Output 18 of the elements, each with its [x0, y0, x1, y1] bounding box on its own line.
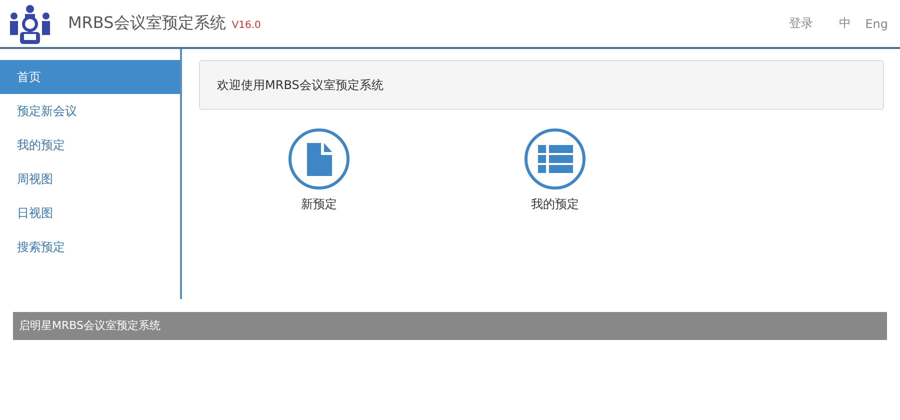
- shortcut-link[interactable]: 新预定: [263, 128, 375, 213]
- app-title: MRBS会议室预定系统: [68, 13, 226, 34]
- sidebar-item[interactable]: 搜索预定: [0, 230, 180, 264]
- meeting-logo-icon: [8, 4, 52, 44]
- language-link[interactable]: Eng: [865, 16, 888, 30]
- welcome-panel: 欢迎使用MRBS会议室预定系统: [199, 60, 884, 110]
- sidebar-item[interactable]: 我的预定: [0, 128, 180, 162]
- language-link[interactable]: 中: [839, 15, 852, 32]
- sidebar-item[interactable]: 周视图: [0, 162, 180, 196]
- version-label: V16.0: [232, 20, 261, 31]
- login-link[interactable]: 登录: [789, 15, 814, 32]
- sidebar-item[interactable]: 日视图: [0, 196, 180, 230]
- document-icon: [288, 128, 350, 190]
- sidebar-item[interactable]: 预定新会议: [0, 94, 180, 128]
- shortcut-link[interactable]: 我的预定: [499, 128, 611, 213]
- list-icon: [524, 128, 586, 190]
- sidebar-item[interactable]: 首页: [0, 60, 180, 94]
- footer-bar: 启明星MRBS会议室预定系统: [13, 312, 887, 340]
